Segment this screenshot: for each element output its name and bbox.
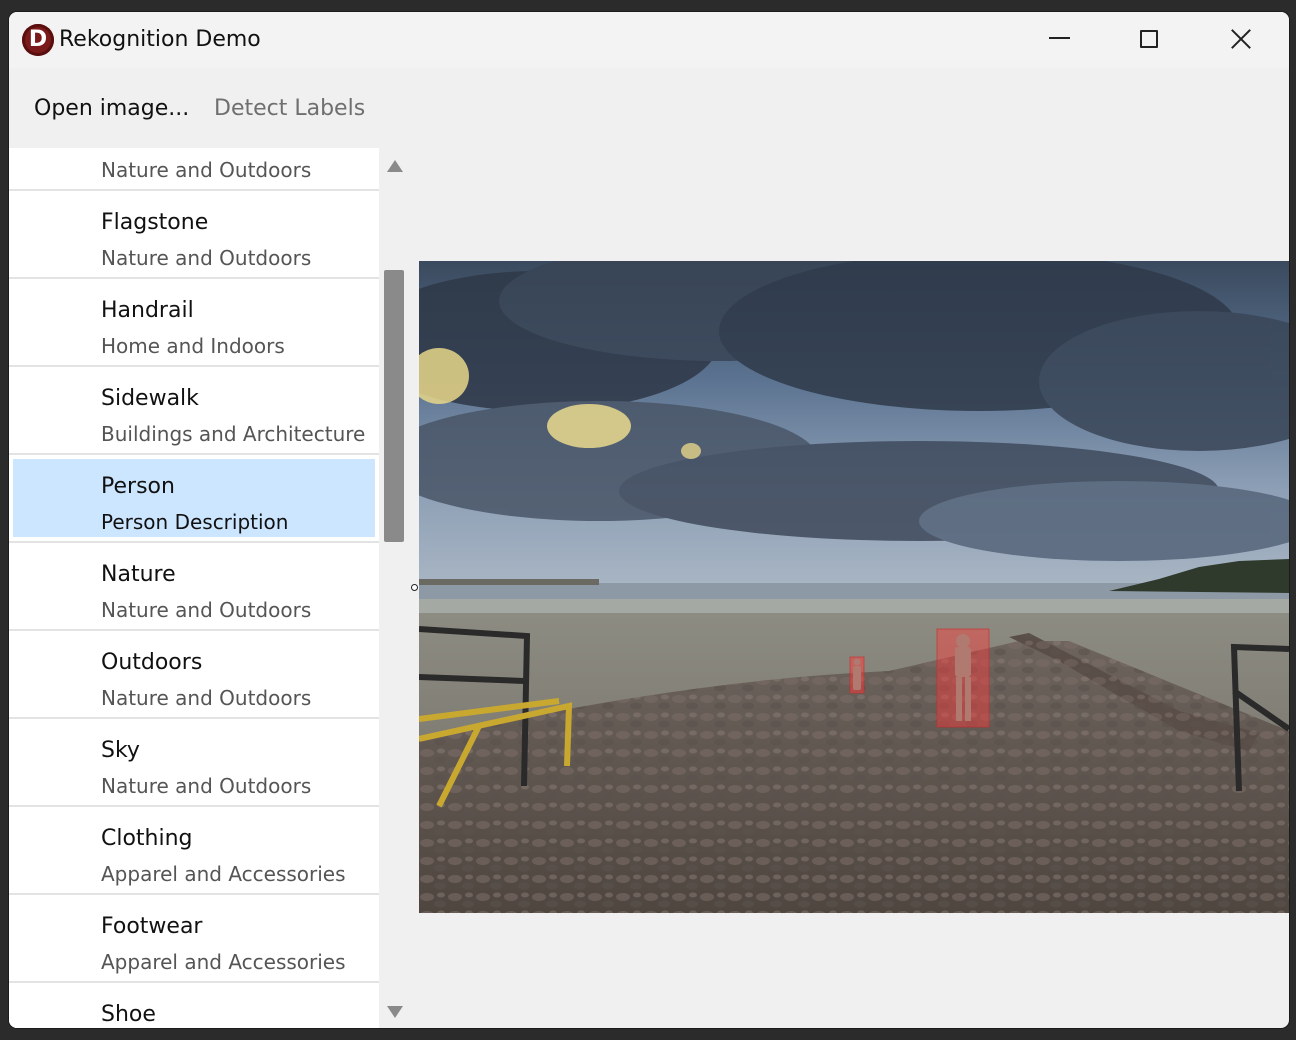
- labels-list-scrollbar[interactable]: [379, 148, 411, 1028]
- label-category: Person Description: [101, 510, 289, 534]
- close-icon: [1230, 28, 1252, 50]
- label-list-item[interactable]: Clothing Apparel and Accessories: [9, 807, 379, 895]
- window-title: Rekognition Demo: [59, 27, 261, 52]
- detect-labels-menu-item[interactable]: Detect Labels: [214, 94, 365, 124]
- splitter-handle[interactable]: [411, 584, 418, 591]
- label-category: Apparel and Accessories: [101, 950, 346, 974]
- label-category: Home and Indoors: [101, 334, 285, 358]
- analyzed-photo: [419, 261, 1289, 913]
- label-name: Clothing: [101, 826, 193, 851]
- label-category: Nature and Outdoors: [101, 158, 312, 182]
- minimize-icon: [1048, 37, 1070, 39]
- scroll-up-arrow-icon[interactable]: [387, 160, 403, 172]
- label-category: Apparel and Accessories: [101, 862, 346, 886]
- label-list-item[interactable]: Outdoors Nature and Outdoors: [9, 631, 379, 719]
- label-list-item[interactable]: Flagstone Nature and Outdoors: [9, 191, 379, 279]
- label-list-item[interactable]: Nature Nature and Outdoors: [9, 543, 379, 631]
- label-list-item[interactable]: Waterfront Nature and Outdoors: [9, 148, 379, 191]
- label-category: Nature and Outdoors: [101, 598, 312, 622]
- maximize-button[interactable]: [1103, 12, 1195, 68]
- label-name: Person: [101, 474, 175, 499]
- label-name: Sidewalk: [101, 386, 199, 411]
- label-name: Shoe: [101, 1002, 156, 1027]
- open-image-menu-item[interactable]: Open image...: [34, 94, 189, 124]
- label-list-item[interactable]: Sidewalk Buildings and Architecture: [9, 367, 379, 455]
- scroll-down-arrow-icon[interactable]: [387, 1006, 403, 1018]
- label-name: Flagstone: [101, 210, 209, 235]
- label-category: Nature and Outdoors: [101, 246, 312, 270]
- app-logo-icon: D: [22, 24, 54, 56]
- label-name: Outdoors: [101, 650, 203, 675]
- menu-bar: Open image... Detect Labels: [9, 68, 1289, 148]
- maximize-icon: [1140, 30, 1158, 48]
- label-list-item[interactable]: Handrail Home and Indoors: [9, 279, 379, 367]
- label-name: Nature: [101, 562, 176, 587]
- label-list-item[interactable]: Shoe: [9, 983, 379, 1028]
- label-name: Handrail: [101, 298, 194, 323]
- label-name: Sky: [101, 738, 140, 763]
- labels-list[interactable]: Waterfront Nature and Outdoors Flagstone Na…: [9, 148, 379, 1028]
- scrollbar-thumb[interactable]: [384, 270, 404, 542]
- labels-list-content: Waterfront Nature and Outdoors Flagstone Na…: [9, 148, 379, 1028]
- label-category: Buildings and Architecture: [101, 422, 366, 446]
- close-button[interactable]: [1195, 12, 1287, 68]
- label-category: Nature and Outdoors: [101, 686, 312, 710]
- label-list-item[interactable]: Sky Nature and Outdoors: [9, 719, 379, 807]
- minimize-button[interactable]: [1013, 12, 1105, 68]
- app-window: D Rekognition Demo Open image... Detect …: [9, 12, 1289, 1028]
- title-bar[interactable]: D Rekognition Demo: [9, 12, 1289, 68]
- label-list-item[interactable]: Footwear Apparel and Accessories: [9, 895, 379, 983]
- label-list-item[interactable]: Person Person Description: [9, 455, 379, 543]
- label-name: Waterfront: [101, 148, 218, 149]
- beach-photo-illustration: [419, 261, 1289, 913]
- label-name: Footwear: [101, 914, 203, 939]
- label-category: Nature and Outdoors: [101, 774, 312, 798]
